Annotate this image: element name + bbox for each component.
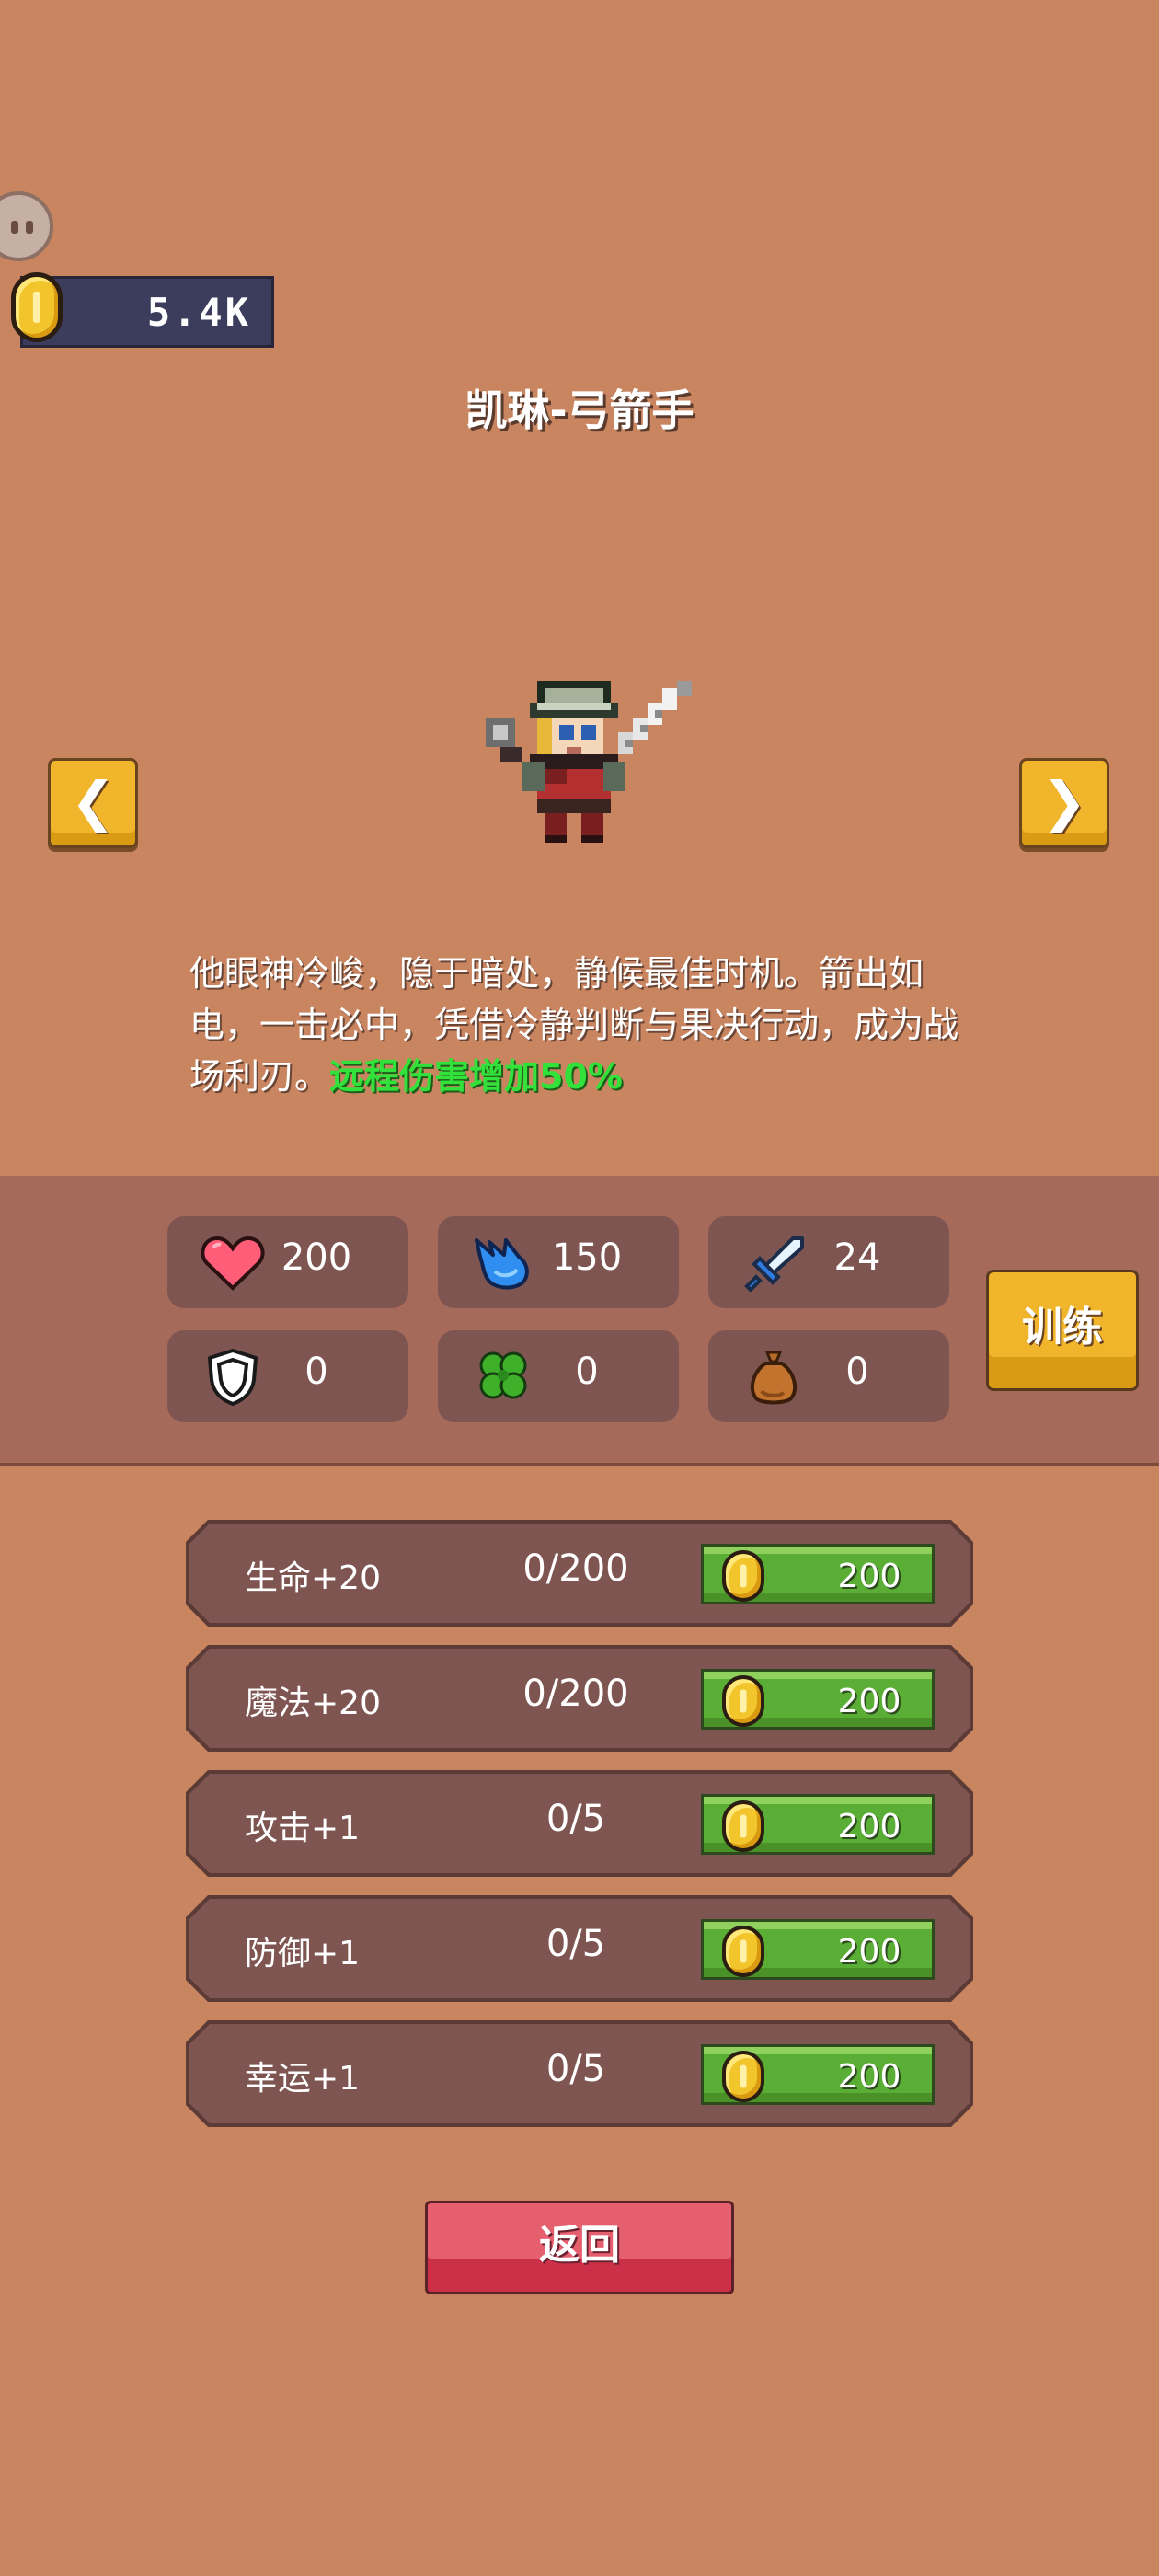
upgrade-price: 200 [837, 1558, 901, 1595]
upgrade-label: 魔法+20 [245, 1685, 381, 1722]
buy-luck-button[interactable]: 200 [701, 2044, 935, 2105]
hero-title: 凯琳-弓箭手 [465, 385, 694, 435]
stat-defense: 0 [167, 1330, 408, 1422]
pause-icon [9, 221, 37, 241]
stat-mana: 150 [438, 1216, 679, 1308]
pause-button[interactable] [0, 191, 53, 261]
upgrade-label: 攻击+1 [245, 1810, 361, 1847]
upgrade-progress: 0/200 [522, 1547, 629, 1590]
stat-gold-value: 0 [845, 1351, 869, 1393]
buy-health-button[interactable]: 200 [701, 1544, 935, 1604]
upgrade-price: 200 [837, 2058, 901, 2096]
stat-health: 200 [167, 1216, 408, 1308]
upgrade-label: 生命+20 [245, 1559, 381, 1597]
coin-icon [722, 1675, 764, 1727]
shield-icon [208, 1349, 258, 1406]
coin-amount: 5.4K [146, 290, 251, 335]
train-button[interactable]: 训练 [986, 1270, 1139, 1391]
stat-attack-value: 24 [833, 1236, 881, 1279]
upgrade-progress: 0/200 [522, 1673, 629, 1715]
stat-defense-value: 0 [304, 1351, 328, 1393]
hero-description: 他眼神冷峻，隐于暗处，静候最佳时机。箭出如电，一击必中，凭借冷静判断与果决行动，… [189, 948, 981, 1102]
prev-hero-button[interactable]: ❮ [48, 758, 138, 848]
coin-icon [722, 1926, 764, 1977]
description-highlight: 远程伤害增加50% [329, 1056, 623, 1097]
upgrade-label: 幸运+1 [245, 2060, 361, 2098]
buy-mana-button[interactable]: 200 [701, 1669, 935, 1730]
upgrade-row-health: 生命+20 0/200 200 [189, 1524, 970, 1623]
heart-icon [201, 1236, 265, 1291]
upgrade-price: 200 [837, 1683, 901, 1720]
mana-icon [475, 1238, 529, 1290]
upgrade-row-luck: 幸运+1 0/5 200 [189, 2024, 970, 2123]
money-bag-icon [750, 1351, 798, 1405]
buy-defense-button[interactable]: 200 [701, 1919, 935, 1980]
upgrade-label: 防御+1 [245, 1935, 361, 1972]
next-hero-button[interactable]: ❯ [1019, 758, 1109, 848]
upgrade-row-attack: 攻击+1 0/5 200 [189, 1774, 970, 1873]
stat-luck-value: 0 [575, 1351, 599, 1393]
upgrade-progress: 0/5 [545, 1923, 606, 1965]
stat-luck: 0 [438, 1330, 679, 1422]
upgrade-progress: 0/5 [545, 1798, 606, 1840]
buy-attack-button[interactable]: 200 [701, 1794, 935, 1855]
stat-attack: 24 [708, 1216, 949, 1308]
archer-sprite [486, 681, 692, 843]
stat-mana-value: 150 [551, 1236, 623, 1279]
upgrade-progress: 0/5 [545, 2048, 606, 2090]
stat-health-value: 200 [281, 1236, 352, 1279]
back-button[interactable]: 返回 [425, 2201, 734, 2294]
upgrade-price: 200 [837, 1933, 901, 1971]
upgrade-row-mana: 魔法+20 0/200 200 [189, 1649, 970, 1748]
stat-gold: 0 [708, 1330, 949, 1422]
sword-icon [744, 1236, 804, 1292]
upgrade-price: 200 [837, 1808, 901, 1846]
coin-icon [722, 1800, 764, 1852]
upgrade-row-defense: 防御+1 0/5 200 [189, 1899, 970, 1998]
clover-icon [479, 1351, 527, 1399]
coin-icon [11, 272, 63, 342]
coin-icon [722, 1550, 764, 1602]
coin-icon [722, 2051, 764, 2102]
